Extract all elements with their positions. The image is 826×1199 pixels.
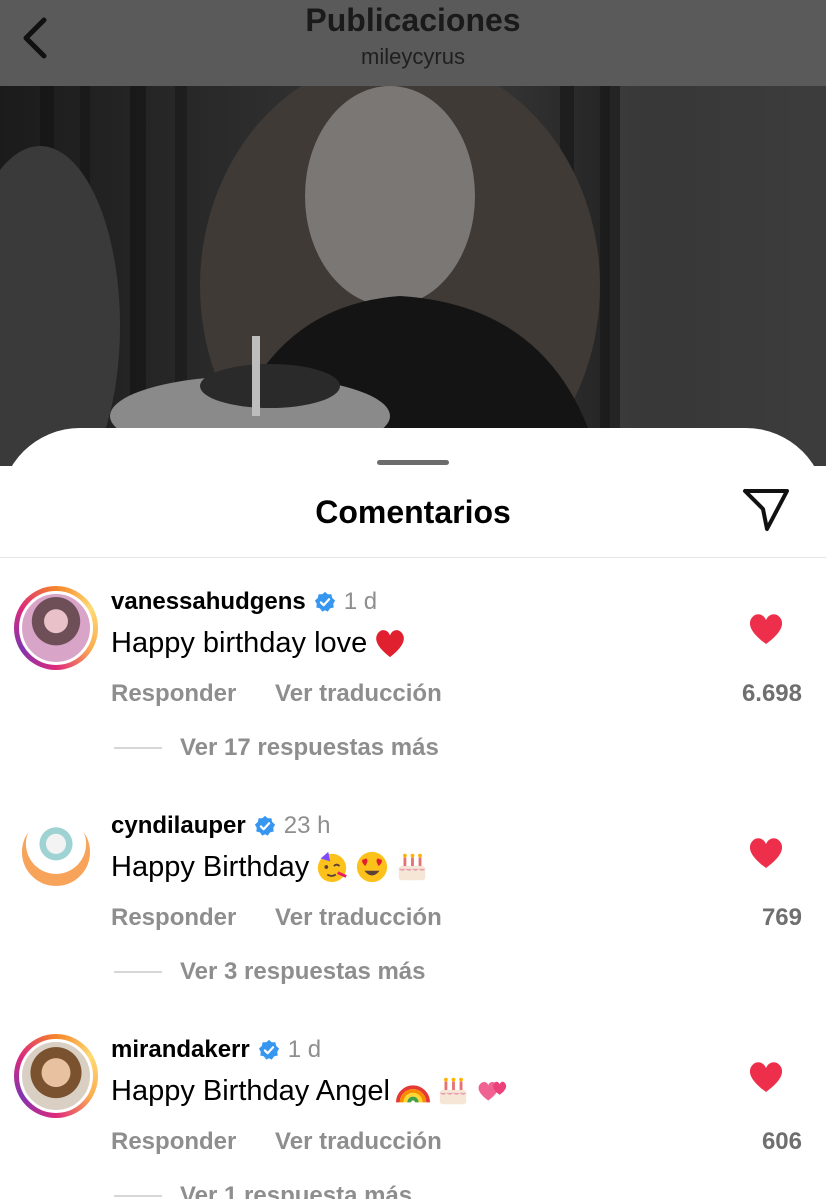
see-translation-button[interactable]: Ver traducción — [275, 904, 442, 932]
like-count[interactable]: 769 — [762, 904, 802, 932]
partying-face-emoji — [318, 851, 348, 883]
comment-timestamp: 1 d — [343, 588, 378, 615]
view-replies-button[interactable]: Ver 17 respuestas más — [114, 734, 439, 762]
like-count[interactable]: 606 — [762, 1128, 802, 1156]
page-subtitle-username[interactable]: mileycyrus — [0, 44, 826, 70]
username-text[interactable]: mirandakerr — [111, 1036, 250, 1064]
reply-button[interactable]: Responder — [111, 680, 236, 708]
view-replies-label[interactable]: Ver 17 respuestas más — [180, 734, 439, 762]
verified-badge-icon — [254, 815, 275, 836]
username-text[interactable]: cyndilauper — [111, 812, 246, 840]
heart-like-icon[interactable] — [746, 1058, 786, 1094]
view-replies-button[interactable]: Ver 3 respuestas más — [114, 958, 426, 986]
comment-actions: Responder Ver traducción — [111, 680, 442, 708]
heart-eyes-emoji — [357, 851, 388, 883]
sheet-title: Comentarios — [315, 494, 511, 530]
comment-username[interactable]: vanessahudgens 1 d — [111, 588, 377, 616]
comment-body: Happy Birthday Angel — [111, 1074, 390, 1107]
comments-sheet: Comentarios vanessahudgens 1 d Happy bir… — [0, 428, 826, 1199]
comment-username[interactable]: mirandakerr 1 d — [111, 1036, 321, 1064]
post-photo[interactable] — [0, 86, 826, 466]
heart-like-icon[interactable] — [746, 834, 786, 870]
avatar-story-ring[interactable] — [14, 586, 98, 670]
divider — [0, 557, 826, 558]
share-button[interactable] — [738, 484, 794, 536]
view-replies-label[interactable]: Ver 3 respuestas más — [180, 958, 426, 986]
avatar-container[interactable] — [14, 810, 98, 894]
see-translation-button[interactable]: Ver traducción — [275, 680, 442, 708]
comment-item: mirandakerr 1 d Happy Birthday Angel Res… — [0, 1034, 826, 1199]
replies-divider-line — [114, 747, 162, 749]
verified-badge-icon — [314, 591, 335, 612]
replies-divider-line — [114, 1195, 162, 1197]
birthday-cake-emoji — [399, 853, 426, 881]
page-title: Publicaciones — [305, 2, 521, 38]
avatar — [19, 815, 93, 889]
sheet-drag-handle[interactable] — [377, 460, 449, 465]
comment-timestamp: 1 d — [287, 1036, 322, 1063]
birthday-cake-emoji — [439, 1077, 467, 1105]
comment-text: Happy Birthday Angel — [111, 1074, 510, 1108]
comment-body: Happy birthday love — [111, 626, 368, 659]
two-hearts-emoji — [478, 1081, 507, 1101]
top-nav-bar: Publicaciones mileycyrus — [0, 0, 826, 86]
like-count[interactable]: 6.698 — [742, 680, 802, 708]
comment-actions: Responder Ver traducción — [111, 904, 442, 932]
verified-badge-icon — [258, 1039, 279, 1060]
comment-item: vanessahudgens 1 d Happy birthday love R… — [0, 586, 826, 808]
avatar — [19, 1039, 93, 1113]
paper-plane-icon — [743, 489, 789, 531]
comment-username[interactable]: cyndilauper 23 h — [111, 812, 330, 840]
view-replies-button[interactable]: Ver 1 respuesta más — [114, 1182, 412, 1199]
avatar-story-ring[interactable] — [14, 1034, 98, 1118]
comment-text: Happy Birthday — [111, 850, 429, 884]
heart-like-icon[interactable] — [746, 610, 786, 646]
view-replies-label[interactable]: Ver 1 respuesta más — [180, 1182, 412, 1199]
comment-actions: Responder Ver traducción — [111, 1128, 442, 1156]
see-translation-button[interactable]: Ver traducción — [275, 1128, 442, 1156]
username-text[interactable]: vanessahudgens — [111, 588, 306, 616]
comment-item: cyndilauper 23 h Happy Birthday Responde… — [0, 812, 826, 1032]
comment-timestamp: 23 h — [283, 812, 331, 839]
rainbow-emoji — [395, 1085, 430, 1103]
comment-text: Happy birthday love — [111, 626, 407, 660]
avatar — [19, 591, 93, 665]
post-photo-image — [0, 86, 826, 466]
replies-divider-line — [114, 971, 162, 973]
reply-button[interactable]: Responder — [111, 1128, 236, 1156]
reply-button[interactable]: Responder — [111, 904, 236, 932]
comment-body: Happy Birthday — [111, 850, 310, 883]
red-heart-emoji — [376, 630, 405, 658]
